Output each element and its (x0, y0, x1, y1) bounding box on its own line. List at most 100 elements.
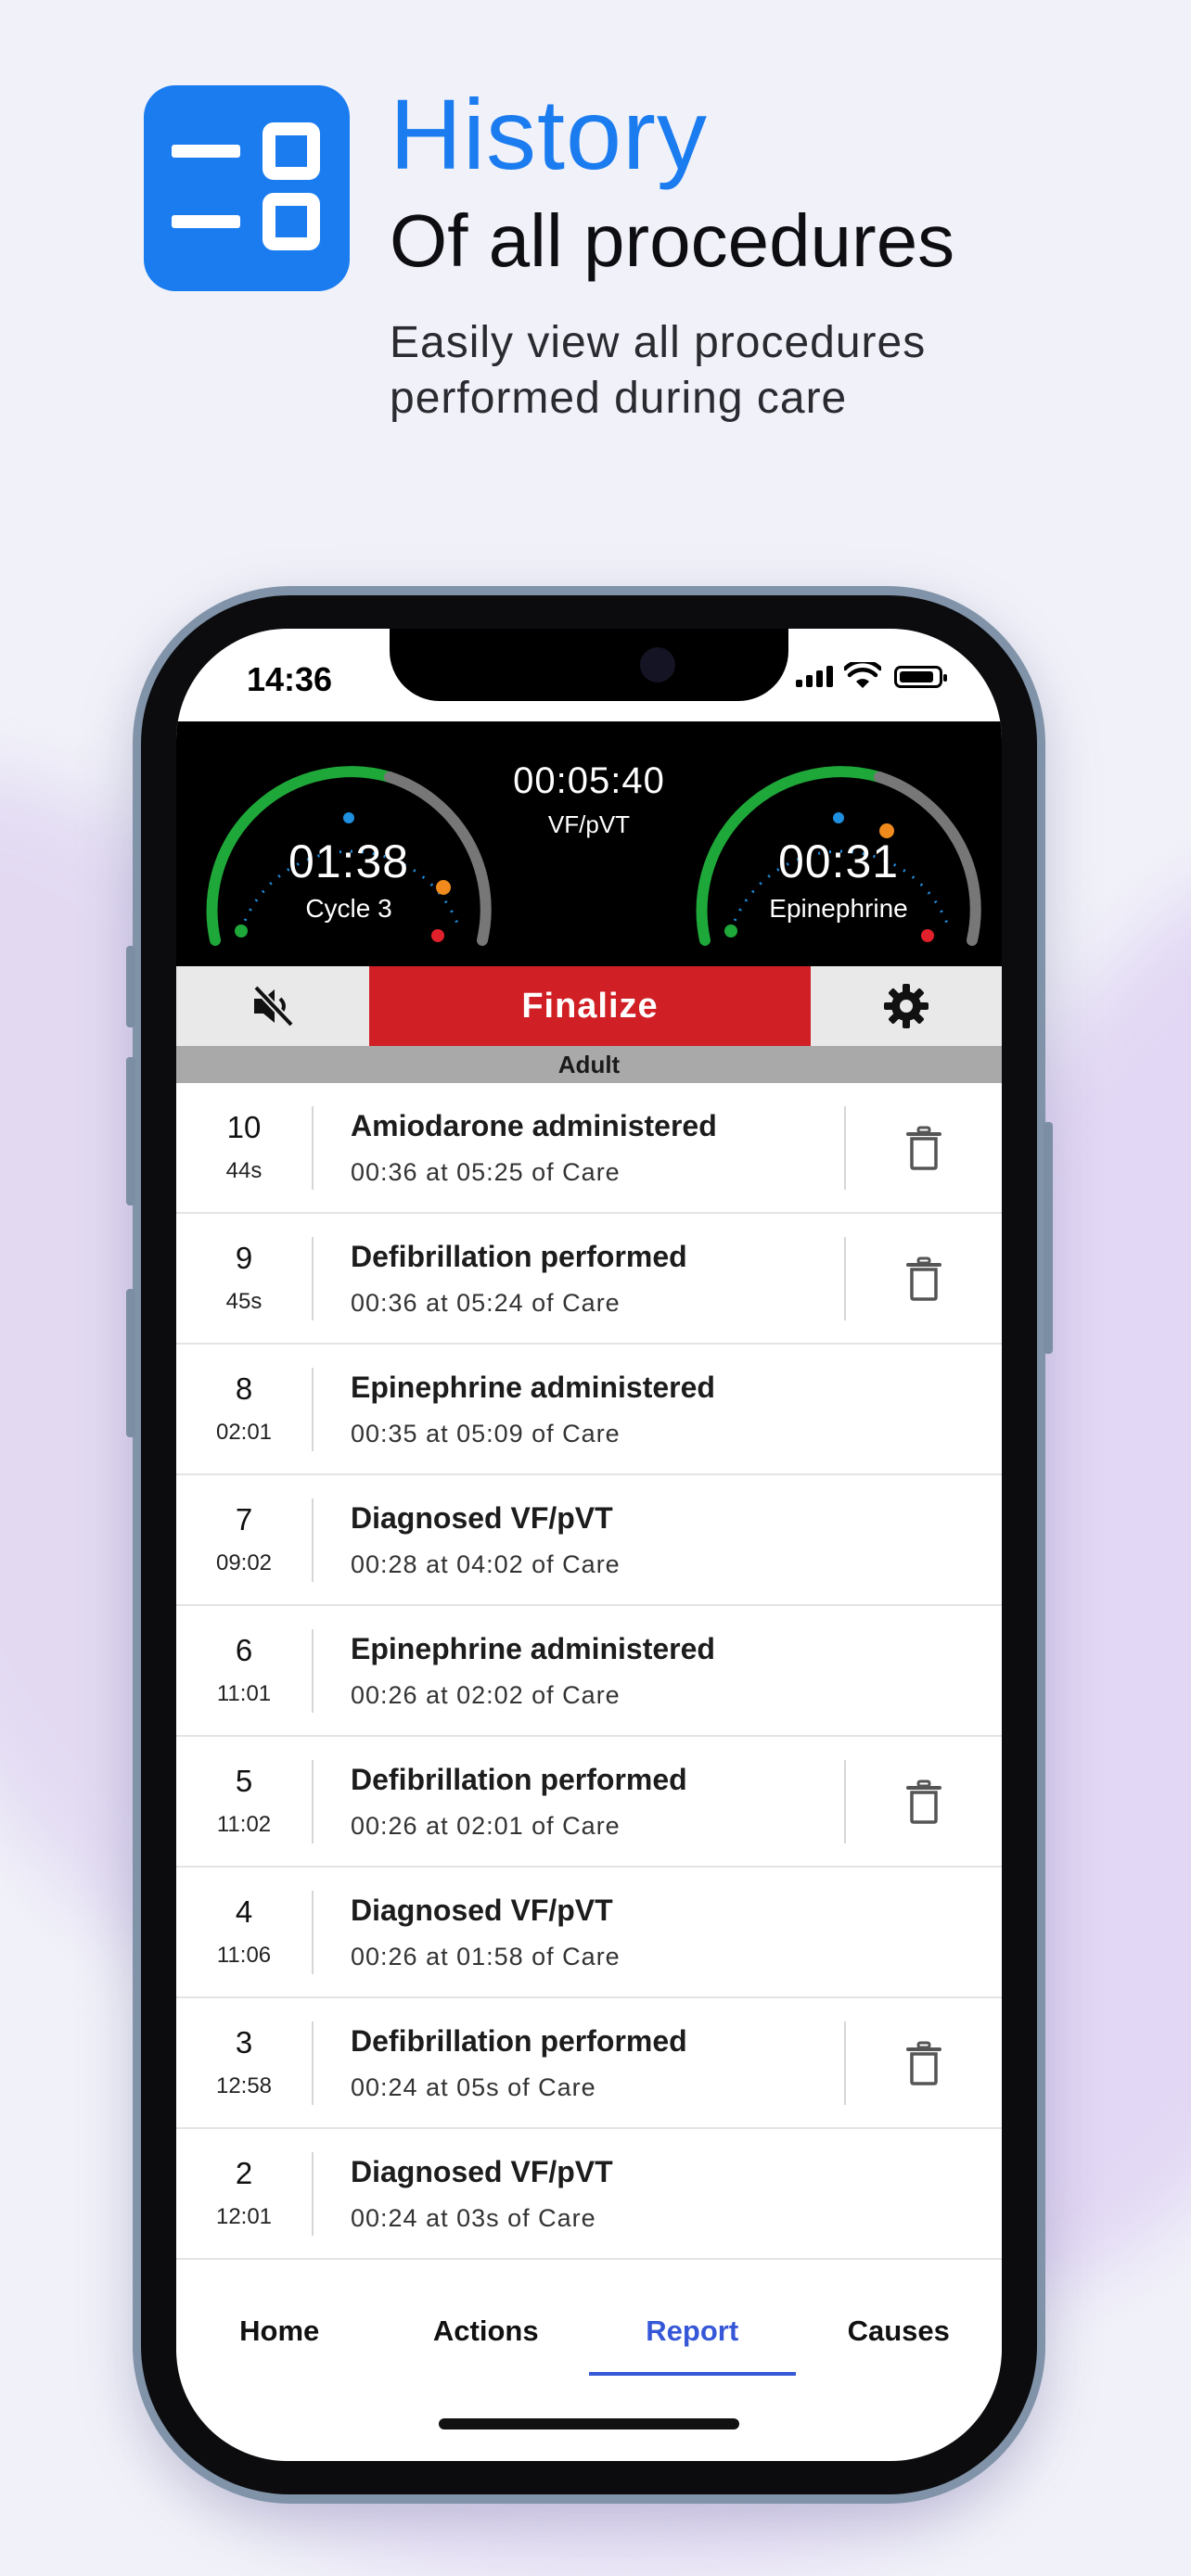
cycle-label: Cycle 3 (305, 894, 392, 923)
tab-causes[interactable]: Causes (796, 2279, 1003, 2372)
delete-entry-button[interactable] (844, 1105, 1002, 1190)
entry-number-cell: 9 45s (176, 1236, 314, 1320)
tab-home[interactable]: Home (176, 2279, 383, 2372)
entry-title: Epinephrine administered (351, 1631, 715, 1665)
settings-button[interactable] (811, 966, 1002, 1046)
phone-screen: 14:36 01:38 Cycle 3 00:05:40 VF/pVT 00:3… (176, 629, 1002, 2461)
page-subtitle: Of all procedures (390, 199, 955, 282)
trash-icon (906, 1779, 941, 1824)
entry-elapsed: 12:01 (215, 2203, 273, 2229)
entry-number: 2 (235, 2155, 253, 2190)
delete-entry-button[interactable] (844, 1236, 1002, 1320)
entry-detail: 00:24 at 05s of Care (351, 2072, 596, 2101)
power-button (1044, 1122, 1053, 1354)
history-row[interactable]: 9 45s Defibrillation performed 00:36 at 05:… (176, 1214, 1002, 1345)
entry-elapsed: 44s (225, 1157, 263, 1183)
entry-elapsed: 11:06 (216, 1942, 272, 1968)
gear-icon (884, 984, 928, 1028)
delete-entry-button[interactable] (844, 2021, 1002, 2105)
entry-number: 6 (235, 1632, 253, 1667)
history-list: 10 44s Amiodarone administered 00:36 at 05:… (176, 1083, 1002, 2279)
entry-elapsed: 11:01 (216, 1680, 272, 1706)
entry-number: 3 (235, 2024, 253, 2060)
epinephrine-timer: 00:31 (777, 835, 900, 887)
page-title: History (390, 78, 709, 190)
entry-detail: 00:26 at 02:01 of Care (351, 1811, 621, 1840)
history-row[interactable]: 5 11:02 Defibrillation performed 00:26 at 0… (176, 1737, 1002, 1868)
notch (390, 629, 788, 701)
cycle-timer: 01:38 (288, 835, 410, 887)
entry-number: 8 (235, 1371, 253, 1406)
entry-number-cell: 7 09:02 (176, 1498, 314, 1582)
entry-detail: 00:24 at 03s of Care (351, 2203, 596, 2232)
history-row[interactable]: 7 09:02 Diagnosed VF/pVT 00:28 at 04:02 of … (176, 1475, 1002, 1606)
side-button (126, 946, 135, 1027)
volume-down-button (126, 1289, 135, 1437)
entry-number-cell: 4 11:06 (176, 1890, 314, 1974)
volume-up-button (126, 1057, 135, 1205)
timer-panel: 01:38 Cycle 3 00:05:40 VF/pVT 00:31 Epin… (176, 721, 1002, 966)
entry-title: Amiodarone administered (351, 1108, 717, 1142)
entry-title: Diagnosed VF/pVT (351, 2154, 613, 2188)
finalize-button[interactable]: Finalize (369, 966, 811, 1046)
entry-text-cell: Diagnosed VF/pVT 00:24 at 03s of Care (314, 2155, 1002, 2233)
history-row[interactable]: 6 11:01 Epinephrine administered 00:26 at 0… (176, 1606, 1002, 1737)
entry-text-cell: Diagnosed VF/pVT 00:28 at 04:02 of Care (314, 1501, 1002, 1579)
entry-detail: 00:26 at 02:02 of Care (351, 1680, 621, 1709)
entry-detail: 00:36 at 05:24 of Care (351, 1288, 621, 1317)
camera (640, 647, 675, 682)
history-row[interactable]: 8 02:01 Epinephrine administered 00:35 at 0… (176, 1345, 1002, 1475)
entry-number: 10 (226, 1109, 262, 1144)
entry-title: Diagnosed VF/pVT (351, 1893, 613, 1927)
trash-icon (906, 1256, 941, 1301)
entry-number-cell: 3 12:58 (176, 2021, 314, 2105)
entry-elapsed: 12:58 (215, 2072, 273, 2098)
epinephrine-label: Epinephrine (769, 894, 908, 923)
trash-icon (906, 2041, 941, 2085)
bottom-nav: Home Actions Report Causes (176, 2279, 1003, 2376)
history-row[interactable]: 10 44s Amiodarone administered 00:36 at 05:… (176, 1083, 1002, 1214)
entry-elapsed: 02:01 (215, 1419, 273, 1445)
entry-number: 5 (235, 1763, 253, 1798)
action-bar: Finalize (176, 966, 1002, 1046)
tab-actions[interactable]: Actions (383, 2279, 590, 2372)
entry-elapsed: 45s (225, 1288, 263, 1314)
entry-title: Defibrillation performed (351, 1239, 687, 1273)
history-row[interactable]: 3 12:58 Defibrillation performed 00:24 at 0… (176, 1998, 1002, 2129)
entry-number: 9 (235, 1240, 253, 1275)
entry-text-cell: Diagnosed VF/pVT 00:26 at 01:58 of Care (314, 1894, 1002, 1971)
speaker-muted-icon (253, 985, 294, 1027)
mute-button[interactable] (176, 966, 369, 1046)
epinephrine-gauge: 00:31 Epinephrine (681, 742, 996, 964)
patient-mode-bar: Adult (176, 1046, 1002, 1083)
status-time: 14:36 (247, 660, 333, 698)
entry-detail: 00:35 at 05:09 of Care (351, 1419, 621, 1447)
entry-elapsed: 09:02 (215, 1549, 273, 1575)
entry-text-cell: Epinephrine administered 00:35 at 05:09 o… (314, 1371, 1002, 1448)
page-description: Easily view all procedures performed dur… (390, 318, 927, 423)
entry-title: Epinephrine administered (351, 1370, 715, 1404)
entry-number: 7 (235, 1501, 253, 1537)
tab-report[interactable]: Report (589, 2279, 796, 2376)
entry-number-cell: 8 02:01 (176, 1367, 314, 1451)
entry-title: Defibrillation performed (351, 2023, 687, 2058)
delete-entry-button[interactable] (844, 1759, 1002, 1843)
entry-title: Diagnosed VF/pVT (351, 1500, 613, 1535)
entry-text-cell: Epinephrine administered 00:26 at 02:02 o… (314, 1632, 1002, 1710)
entry-number-cell: 2 12:01 (176, 2151, 314, 2236)
entry-detail: 00:26 at 01:58 of Care (351, 1942, 621, 1970)
entry-detail: 00:36 at 05:25 of Care (351, 1157, 621, 1186)
entry-number-cell: 5 11:02 (176, 1759, 314, 1843)
history-row[interactable]: 4 11:06 Diagnosed VF/pVT 00:26 at 01:58 of … (176, 1868, 1002, 1998)
entry-text-cell: Amiodarone administered 00:36 at 05:25 of… (314, 1109, 844, 1187)
history-row[interactable]: 2 12:01 Diagnosed VF/pVT 00:24 at 03s of Ca… (176, 2129, 1002, 2260)
battery-icon (894, 666, 947, 688)
trash-icon (906, 1126, 941, 1170)
entry-text-cell: Defibrillation performed 00:24 at 05s of … (314, 2024, 844, 2102)
app-logo-icon (144, 85, 350, 291)
wifi-icon (844, 662, 881, 688)
entry-text-cell: Defibrillation performed 00:36 at 05:24 o… (314, 1240, 844, 1318)
entry-number-cell: 6 11:01 (176, 1628, 314, 1713)
entry-elapsed: 11:02 (216, 1811, 272, 1837)
home-indicator (439, 2418, 739, 2429)
